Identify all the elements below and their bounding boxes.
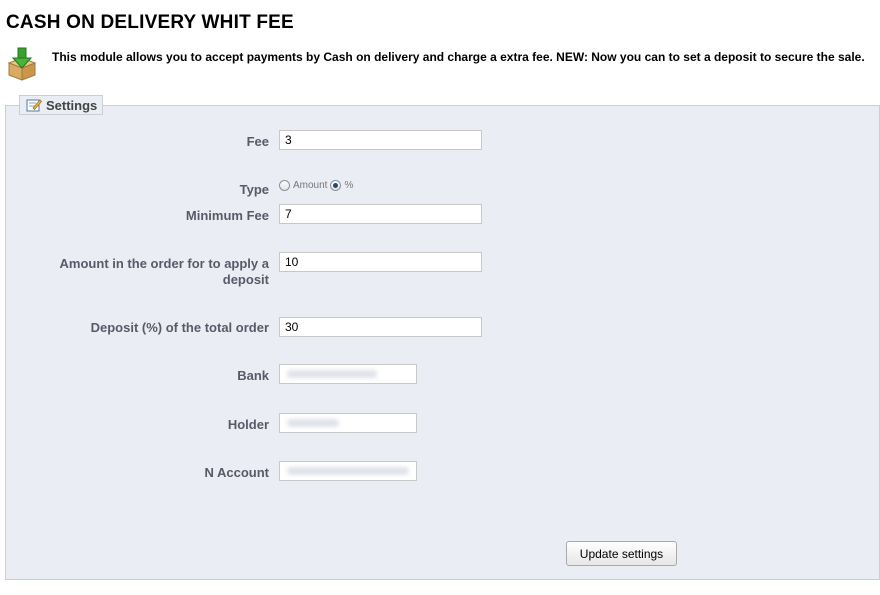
redacted-holder-value <box>287 419 339 427</box>
minimum-fee-input[interactable] <box>279 204 482 224</box>
box-download-icon <box>7 47 37 81</box>
deposit-amount-label: Amount in the order for to apply a depos… <box>59 256 269 287</box>
update-settings-button[interactable]: Update settings <box>566 541 677 566</box>
type-radio-amount[interactable] <box>279 180 290 191</box>
deposit-percent-label: Deposit (%) of the total order <box>90 320 269 335</box>
fee-label: Fee <box>246 134 269 149</box>
deposit-percent-input[interactable] <box>279 317 482 337</box>
module-description: This module allows you to accept payment… <box>52 50 865 64</box>
type-option-percent-label: % <box>344 180 354 191</box>
type-option-amount-label: Amount <box>293 180 328 191</box>
type-label: Type <box>239 182 269 197</box>
deposit-amount-input[interactable] <box>279 252 482 272</box>
settings-fieldset <box>5 105 880 580</box>
holder-label: Holder <box>227 417 269 432</box>
type-radio-percent[interactable] <box>330 180 342 191</box>
fee-input[interactable] <box>279 130 482 150</box>
settings-legend-label: Settings <box>46 97 98 113</box>
page-title: CASH ON DELIVERY WHIT FEE <box>6 12 294 33</box>
edit-settings-icon <box>26 99 42 112</box>
minimum-fee-label: Minimum Fee <box>185 208 269 223</box>
redacted-account-value <box>287 467 409 475</box>
type-radio-group: Amount % <box>279 180 356 191</box>
settings-legend: Settings <box>19 95 104 115</box>
account-label: N Account <box>204 465 269 480</box>
bank-label: Bank <box>237 368 269 383</box>
redacted-bank-value <box>287 370 377 378</box>
